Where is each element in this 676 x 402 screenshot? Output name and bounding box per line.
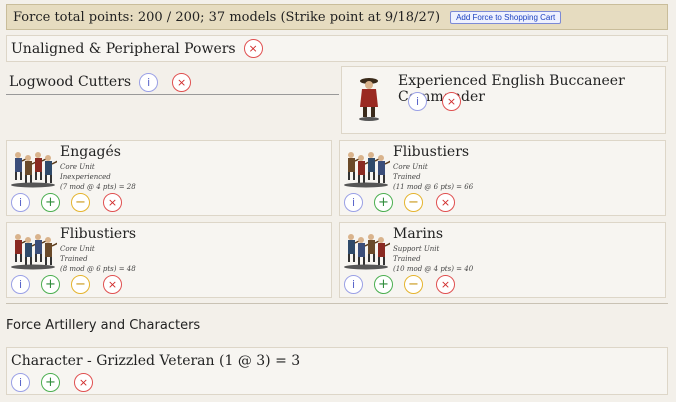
- unaligned-delete-button[interactable]: ×: [243, 39, 263, 58]
- character-delete-button[interactable]: ×: [74, 373, 93, 392]
- unit-add-button[interactable]: +: [374, 193, 393, 212]
- commander-panel: Experienced English Buccaneer Commander …: [341, 66, 666, 134]
- unit-figures: [11, 234, 57, 270]
- unit-quality: Trained: [393, 173, 421, 181]
- unit-card: Engagés Core Unit Inexperienced (7 mod @ 4 …: [6, 140, 332, 216]
- unit-add-button[interactable]: +: [41, 193, 60, 212]
- unit-quality: Trained: [393, 255, 421, 263]
- commander-title: Experienced English Buccaneer Commander: [398, 73, 625, 105]
- unit-name: Flibustiers: [393, 144, 470, 160]
- unit-remove-model-button[interactable]: −: [71, 193, 90, 212]
- unit-remove-model-button[interactable]: −: [71, 275, 90, 294]
- logwood-delete-button[interactable]: ×: [172, 72, 192, 92]
- unit-cost: (10 mod @ 4 pts) = 40: [393, 265, 474, 273]
- character-info-button[interactable]: i: [11, 373, 30, 392]
- unit-cost: (7 mod @ 4 pts) = 28: [60, 183, 136, 191]
- unit-name: Engagés: [60, 144, 121, 160]
- add-to-cart-button[interactable]: Add Force to Shopping Cart: [450, 10, 562, 24]
- unit-quality: Trained: [60, 255, 88, 263]
- unit-remove-model-button[interactable]: −: [404, 275, 423, 294]
- commander-delete-button[interactable]: ×: [442, 92, 461, 111]
- unit-name: Marins: [393, 226, 444, 242]
- unit-figures: [344, 234, 390, 270]
- unit-add-button[interactable]: +: [41, 275, 60, 294]
- unit-info-button[interactable]: i: [344, 193, 363, 212]
- commander-info-button[interactable]: i: [408, 92, 427, 111]
- force-total-bar: Force total points: 200 / 200; 37 models…: [6, 4, 668, 30]
- unit-remove-model-button[interactable]: −: [404, 193, 423, 212]
- units-divider: [6, 303, 668, 304]
- logwood-info-button[interactable]: i: [139, 72, 159, 92]
- unit-delete-button[interactable]: ×: [103, 275, 122, 294]
- unit-card: Flibustiers Core Unit Trained (11 mod @ 6 p…: [339, 140, 666, 216]
- unit-delete-button[interactable]: ×: [436, 275, 455, 294]
- unit-card: Flibustiers Core Unit Trained (8 mod @ 6 pt…: [6, 222, 332, 298]
- unit-type: Core Unit: [393, 163, 428, 171]
- unit-delete-button[interactable]: ×: [103, 193, 122, 212]
- commander-figure: [359, 78, 379, 121]
- character-panel: Character - Grizzled Veteran (1 @ 3) = 3…: [6, 347, 668, 395]
- unit-figures: [11, 152, 57, 188]
- unit-add-button[interactable]: +: [374, 275, 393, 294]
- unit-delete-button[interactable]: ×: [436, 193, 455, 212]
- unit-type: Core Unit: [60, 163, 95, 171]
- unit-cost: (8 mod @ 6 pts) = 48: [60, 265, 136, 273]
- unaligned-title: Unaligned & Peripheral Powers: [11, 40, 236, 57]
- unit-info-button[interactable]: i: [344, 275, 363, 294]
- unit-type: Support Unit: [393, 245, 440, 253]
- unit-type: Core Unit: [60, 245, 95, 253]
- unit-figures: [344, 152, 390, 188]
- unit-info-button[interactable]: i: [11, 275, 30, 294]
- character-title: Character - Grizzled Veteran (1 @ 3) = 3: [11, 353, 301, 369]
- artillery-section-title: Force Artillery and Characters: [6, 318, 201, 333]
- character-add-button[interactable]: +: [41, 373, 60, 392]
- unit-cost: (11 mod @ 6 pts) = 66: [393, 183, 474, 191]
- logwood-panel: Logwood Cutters i ×: [6, 70, 339, 95]
- unit-card: Marins Support Unit Trained (10 mod @ 4 pts…: [339, 222, 666, 298]
- unit-quality: Inexperienced: [60, 173, 111, 181]
- logwood-title: Logwood Cutters: [9, 74, 132, 90]
- unit-info-button[interactable]: i: [11, 193, 30, 212]
- unaligned-panel: Unaligned & Peripheral Powers ×: [6, 35, 668, 62]
- force-total-text: Force total points: 200 / 200; 37 models…: [13, 9, 441, 25]
- unit-name: Flibustiers: [60, 226, 137, 242]
